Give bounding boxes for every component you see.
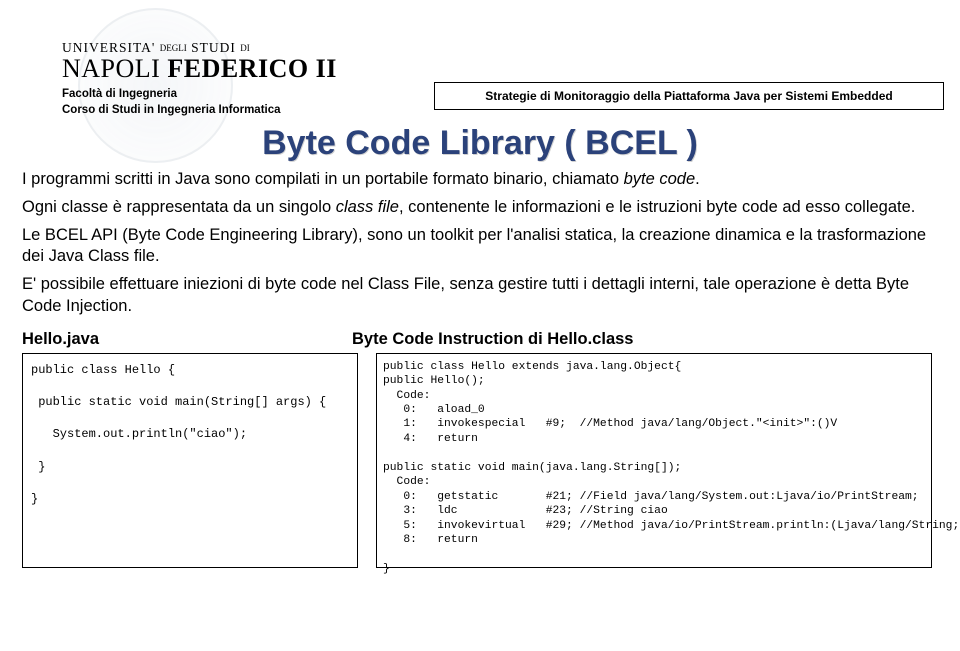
code-captions: Hello.java Byte Code Instruction di Hell… — [22, 330, 938, 349]
uni-main-a: NAPOLI — [62, 54, 160, 83]
code-box-right: public class Hello extends java.lang.Obj… — [376, 353, 932, 568]
university-crest — [78, 8, 233, 163]
paragraph-3: Le BCEL API (Byte Code Engineering Libra… — [22, 225, 938, 269]
uni-top-small1: DEGLI — [160, 43, 187, 53]
p1-a: I programmi scritti in Java sono compila… — [22, 170, 624, 188]
university-name: UNIVERSITA' DEGLI STUDI DI NAPOLI FEDERI… — [62, 40, 337, 84]
uni-top-mid: STUDI — [187, 40, 241, 55]
code-row: public class Hello { public static void … — [22, 353, 948, 568]
code-caption-left: Hello.java — [22, 330, 352, 349]
p2-a: Ogni classe è rappresentata da un singol… — [22, 198, 336, 216]
paragraph-2: Ogni classe è rappresentata da un singol… — [22, 197, 938, 219]
code-box-left: public class Hello { public static void … — [22, 353, 358, 568]
code-caption-right: Byte Code Instruction di Hello.class — [352, 330, 633, 349]
uni-main-b: FEDERICO II — [167, 54, 336, 83]
code-left-text: public class Hello { public static void … — [31, 363, 326, 507]
header-left-captions: Facoltà di Ingegneria Corso di Studi in … — [62, 87, 281, 118]
paragraph-1: I programmi scritti in Java sono compila… — [22, 169, 938, 191]
uni-top-small2: DI — [240, 43, 250, 53]
slide-body: I programmi scritti in Java sono compila… — [22, 169, 938, 318]
university-name-main: NAPOLI FEDERICO II — [62, 54, 337, 84]
code-right-text: public class Hello extends java.lang.Obj… — [383, 361, 960, 575]
paragraph-4: E' possibile effettuare iniezioni di byt… — [22, 274, 938, 318]
slide-header: UNIVERSITA' DEGLI STUDI DI NAPOLI FEDERI… — [0, 0, 960, 110]
course-label: Corso di Studi in Ingegneria Informatica — [62, 103, 281, 119]
p1-em: byte code — [624, 170, 696, 188]
strategy-text: Strategie di Monitoraggio della Piattafo… — [485, 89, 892, 103]
header-strategy-box: Strategie di Monitoraggio della Piattafo… — [434, 82, 944, 110]
p1-b: . — [695, 170, 700, 188]
uni-top-a: UNIVERSITA' — [62, 40, 160, 55]
faculty-label: Facoltà di Ingegneria — [62, 87, 281, 103]
p2-b: , contenente le informazioni e le istruz… — [399, 198, 915, 216]
p2-em: class file — [336, 198, 399, 216]
